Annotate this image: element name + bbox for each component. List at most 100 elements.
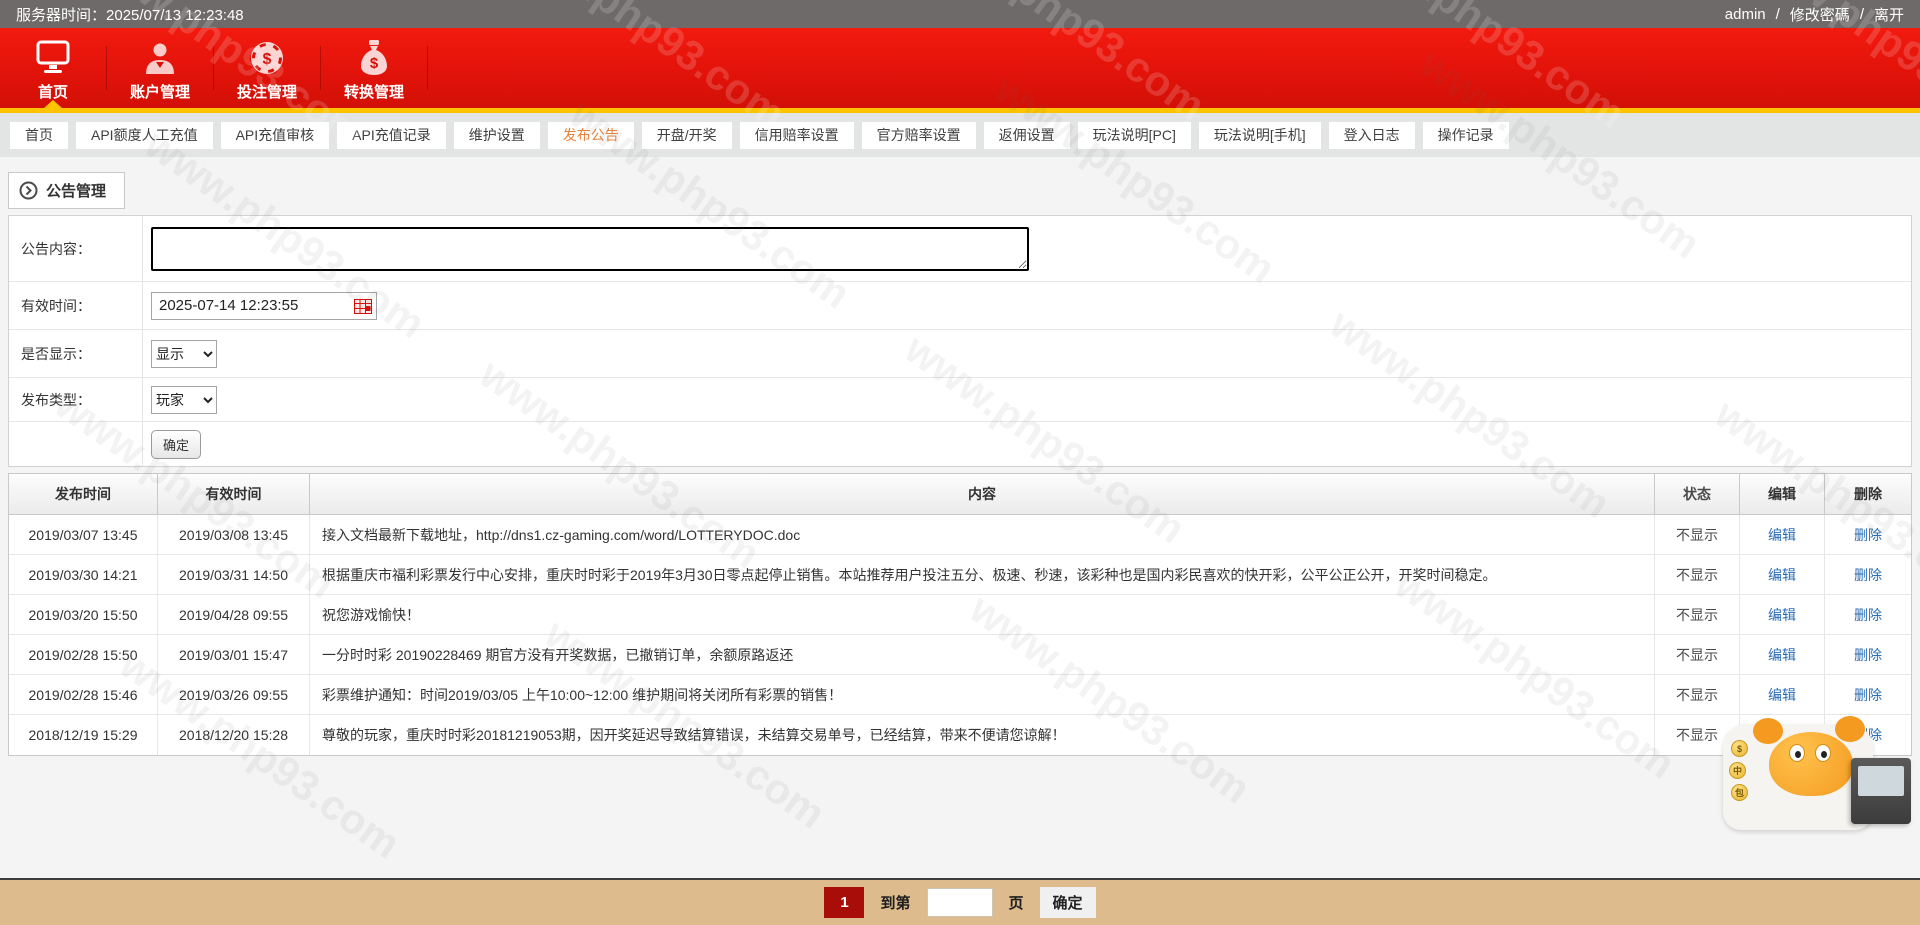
circle-arrow-icon	[19, 181, 38, 200]
tab-login-log[interactable]: 登入日志	[1328, 121, 1415, 149]
display-label: 是否显示：	[9, 330, 143, 377]
tab-home[interactable]: 首页	[10, 121, 68, 149]
cell-content: 祝您游戏愉快！	[310, 595, 1655, 634]
cell-valid-time: 2019/03/26 09:55	[158, 675, 310, 714]
empty-label	[9, 422, 143, 466]
tab-operation-log[interactable]: 操作记录	[1422, 121, 1509, 149]
announcements-table: 发布时间 有效时间 内容 状态 编辑 删除 2019/03/07 13:45 2…	[8, 473, 1912, 756]
content-label: 公告内容：	[9, 216, 143, 281]
publish-type-label: 发布类型：	[9, 378, 143, 421]
logout-link[interactable]: 离开	[1874, 4, 1904, 25]
cell-content: 根据重庆市福利彩票发行中心安排，重庆时时彩于2019年3月30日零点起停止销售。…	[310, 555, 1655, 594]
cell-valid-time: 2019/04/28 09:55	[158, 595, 310, 634]
edit-link[interactable]: 编辑	[1768, 525, 1796, 545]
delete-link[interactable]: 删除	[1854, 605, 1882, 625]
cell-publish-time: 2019/02/28 15:46	[9, 675, 158, 714]
coin-icon: 中	[1729, 762, 1746, 779]
delete-link[interactable]: 删除	[1854, 685, 1882, 705]
monitor-icon	[33, 35, 73, 81]
publish-type-select[interactable]: 玩家	[151, 385, 217, 414]
delete-link[interactable]: 删除	[1854, 565, 1882, 585]
username: admin	[1724, 5, 1766, 23]
moneybag-icon: $	[356, 35, 392, 81]
tab-rules-mobile[interactable]: 玩法说明[手机]	[1198, 121, 1321, 149]
nav-item-label: 投注管理	[236, 84, 297, 101]
main-nav: 首页 账户管理 $ 投注管理 $ 转换管理	[0, 28, 1920, 108]
coin-icon: 包	[1731, 784, 1748, 801]
nav-item-transfer[interactable]: $ 转换管理	[321, 28, 427, 108]
announcement-content-textarea[interactable]	[151, 226, 1029, 271]
calendar-icon[interactable]	[354, 298, 372, 314]
tab-api-manual-recharge[interactable]: API额度人工充值	[76, 121, 213, 149]
server-time-value: 2025/07/13 12:23:48	[106, 6, 244, 24]
goto-page-label: 到第	[880, 895, 911, 912]
tab-rules-pc[interactable]: 玩法说明[PC]	[1077, 121, 1191, 149]
pagination-bar: 1 到第 页 确定	[0, 878, 1920, 925]
cell-publish-time: 2019/03/30 14:21	[9, 555, 158, 594]
tab-open-draw[interactable]: 开盘/开奖	[641, 121, 732, 149]
table-row: 2019/02/28 15:46 2019/03/26 09:55 彩票维护通知…	[9, 675, 1911, 715]
nav-item-betting[interactable]: $ 投注管理	[214, 28, 320, 108]
cell-valid-time: 2018/12/20 15:28	[158, 715, 310, 755]
goto-page-input[interactable]	[926, 888, 993, 917]
display-select[interactable]: 显示	[151, 339, 217, 368]
nav-item-home[interactable]: 首页	[0, 28, 106, 108]
nav-item-label: 账户管理	[129, 84, 190, 101]
header-publish-time: 发布时间	[9, 474, 158, 514]
page-unit-label: 页	[1008, 895, 1024, 912]
nav-item-accounts[interactable]: 账户管理	[107, 28, 213, 108]
edit-link[interactable]: 编辑	[1768, 605, 1796, 625]
table-row: 2019/02/28 15:50 2019/03/01 15:47 一分时时彩 …	[9, 635, 1911, 675]
tab-credit-odds-settings[interactable]: 信用赔率设置	[739, 121, 854, 149]
section-title: 公告管理	[46, 183, 107, 200]
tab-official-odds-settings[interactable]: 官方赔率设置	[861, 121, 976, 149]
status-badge: 不显示	[1655, 675, 1740, 714]
table-row: 2019/03/07 13:45 2019/03/08 13:45 接入文档最新…	[9, 515, 1911, 555]
status-badge: 不显示	[1655, 515, 1740, 554]
separator: /	[1775, 5, 1780, 23]
status-badge: 不显示	[1655, 635, 1740, 674]
table-row: 2019/03/20 15:50 2019/04/28 09:55 祝您游戏愉快…	[9, 595, 1911, 635]
valid-time-label: 有效时间：	[9, 282, 143, 329]
tab-publish-announcement[interactable]: 发布公告	[547, 121, 634, 149]
tab-rebate-settings[interactable]: 返佣设置	[983, 121, 1070, 149]
tab-maintenance-settings[interactable]: 维护设置	[453, 121, 540, 149]
cell-publish-time: 2019/02/28 15:50	[9, 635, 158, 674]
header-content: 内容	[310, 474, 1655, 514]
nav-divider	[427, 46, 428, 90]
cell-content: 一分时时彩 20190228469 期官方没有开奖数据，已撤销订单，余额原路返还	[310, 635, 1655, 674]
nav-item-label: 首页	[37, 84, 68, 101]
delete-link[interactable]: 删除	[1854, 725, 1882, 745]
tab-api-recharge-audit[interactable]: API充值审核	[220, 121, 330, 149]
user-icon	[142, 35, 178, 81]
svg-text:$: $	[263, 51, 272, 68]
submit-button[interactable]: 确定	[151, 429, 202, 459]
cell-valid-time: 2019/03/31 14:50	[158, 555, 310, 594]
chip-dollar-icon: $	[248, 35, 286, 81]
edit-link[interactable]: 编辑	[1768, 565, 1796, 585]
top-status-bar: 服务器时间：2025/07/13 12:23:48 admin / 修改密碼 /…	[0, 0, 1920, 28]
delete-link[interactable]: 删除	[1854, 525, 1882, 545]
goto-page-confirm-button[interactable]: 确定	[1039, 887, 1096, 918]
change-password-link[interactable]: 修改密碼	[1790, 4, 1850, 25]
header-status: 状态	[1655, 474, 1740, 514]
edit-link[interactable]: 编辑	[1768, 685, 1796, 705]
cell-publish-time: 2019/03/07 13:45	[9, 515, 158, 554]
section-header-announcement-management: 公告管理	[8, 172, 126, 209]
server-time: 服务器时间：2025/07/13 12:23:48	[16, 4, 244, 25]
cell-valid-time: 2019/03/01 15:47	[158, 635, 310, 674]
cell-publish-time: 2018/12/19 15:29	[9, 715, 158, 755]
current-page-button[interactable]: 1	[824, 887, 865, 918]
valid-time-input[interactable]	[151, 291, 377, 320]
table-row: 2018/12/19 15:29 2018/12/20 15:28 尊敬的玩家，…	[9, 715, 1911, 755]
delete-link[interactable]: 删除	[1854, 645, 1882, 665]
nav-item-label: 转换管理	[343, 84, 404, 101]
header-delete: 删除	[1854, 486, 1882, 502]
cell-content: 接入文档最新下载地址，http://dns1.cz-gaming.com/wor…	[310, 515, 1655, 554]
edit-link[interactable]: 编辑	[1768, 645, 1796, 665]
tab-api-recharge-records[interactable]: API充值记录	[337, 121, 446, 149]
edit-link[interactable]: 编辑	[1768, 725, 1796, 745]
server-time-label: 服务器时间：	[16, 6, 107, 24]
separator: /	[1859, 5, 1864, 23]
active-nav-arrow	[44, 100, 62, 108]
